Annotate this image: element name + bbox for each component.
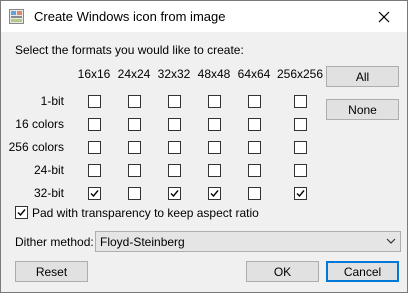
window-title: Create Windows icon from image (34, 9, 226, 24)
ok-button-label: OK (273, 264, 292, 279)
format-checkbox[interactable] (88, 141, 101, 154)
checkmark-icon (17, 209, 26, 217)
pad-checkbox[interactable] (15, 206, 28, 219)
format-checkbox[interactable] (294, 118, 307, 131)
format-checkbox[interactable] (88, 95, 101, 108)
format-checkbox[interactable] (294, 95, 307, 108)
ok-button[interactable]: OK (246, 261, 319, 282)
dither-select[interactable]: Floyd-Steinberg (95, 231, 401, 252)
format-checkbox[interactable] (294, 164, 307, 177)
checkmark-icon (170, 190, 179, 198)
format-checkbox[interactable] (248, 118, 261, 131)
format-checkbox[interactable] (248, 164, 261, 177)
column-header: 64x64 (237, 67, 271, 81)
format-checkbox[interactable] (128, 164, 141, 177)
format-checkbox[interactable] (208, 118, 221, 131)
format-checkbox[interactable] (248, 141, 261, 154)
format-checkbox[interactable] (208, 164, 221, 177)
cancel-button[interactable]: Cancel (326, 261, 399, 282)
format-checkbox[interactable] (294, 141, 307, 154)
format-checkbox[interactable] (88, 118, 101, 131)
chevron-down-icon (386, 238, 396, 244)
reset-button-label: Reset (35, 264, 68, 279)
format-checkbox[interactable] (88, 164, 101, 177)
row-label: 32-bit (33, 186, 64, 200)
format-checkbox[interactable] (128, 141, 141, 154)
format-checkbox[interactable] (128, 187, 141, 200)
row-label: 16 colors (15, 117, 64, 131)
dither-label: Dither method: (15, 235, 94, 249)
title-bar: Create Windows icon from image (1, 1, 407, 32)
checkmark-icon (210, 190, 219, 198)
format-checkbox[interactable] (208, 141, 221, 154)
checkmark-icon (296, 190, 305, 198)
format-checkbox[interactable] (208, 95, 221, 108)
format-checkbox[interactable] (168, 187, 181, 200)
format-checkbox[interactable] (208, 187, 221, 200)
none-button[interactable]: None (326, 99, 399, 120)
row-label: 256 colors (8, 140, 64, 154)
row-label: 24-bit (33, 163, 64, 177)
format-checkbox[interactable] (88, 187, 101, 200)
format-checkbox[interactable] (294, 187, 307, 200)
format-checkbox[interactable] (248, 187, 261, 200)
format-checkbox[interactable] (168, 95, 181, 108)
app-image-icon (9, 9, 24, 24)
none-button-label: None (348, 102, 377, 117)
intro-text: Select the formats you would like to cre… (15, 43, 244, 57)
format-checkbox[interactable] (168, 141, 181, 154)
column-header: 256x256 (276, 67, 324, 81)
format-checkbox[interactable] (168, 164, 181, 177)
dialog-window: Create Windows icon from image Select th… (0, 0, 408, 293)
close-icon (378, 11, 390, 22)
format-checkbox[interactable] (128, 118, 141, 131)
all-button-label: All (355, 69, 370, 84)
format-checkbox[interactable] (248, 95, 261, 108)
reset-button[interactable]: Reset (15, 261, 88, 282)
cancel-button-label: Cancel (343, 264, 382, 279)
format-checkbox[interactable] (168, 118, 181, 131)
all-button[interactable]: All (326, 66, 399, 87)
close-button[interactable] (361, 1, 407, 32)
checkmark-icon (90, 190, 99, 198)
dither-value: Floyd-Steinberg (100, 235, 185, 249)
pad-label: Pad with transparency to keep aspect rat… (32, 206, 259, 220)
row-label: 1-bit (40, 94, 64, 108)
format-checkbox[interactable] (128, 95, 141, 108)
